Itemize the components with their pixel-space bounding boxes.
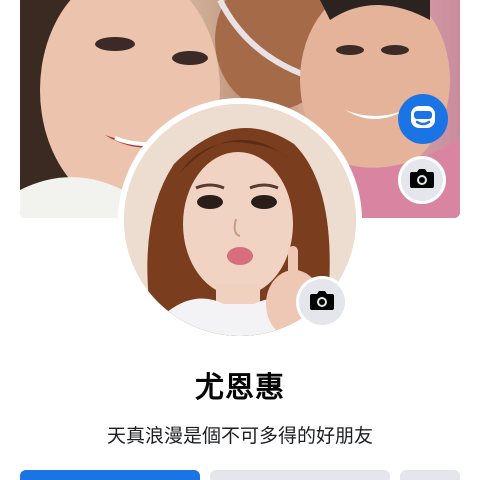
secondary-action-button[interactable]	[210, 470, 390, 480]
cover-camera-button[interactable]	[398, 156, 446, 204]
avatar-edit-icon	[408, 102, 438, 136]
camera-icon	[309, 289, 335, 315]
profile-bio[interactable]: 天真浪漫是個不可多得的好朋友	[0, 421, 480, 448]
edit-cover-button[interactable]	[398, 94, 448, 144]
camera-icon	[409, 167, 435, 193]
profile-screen: 尤恩惠 天真浪漫是個不可多得的好朋友	[0, 0, 480, 480]
avatar-camera-button[interactable]	[296, 276, 348, 328]
profile-name: 尤恩惠	[194, 370, 285, 404]
primary-action-button[interactable]	[20, 470, 200, 480]
more-options-button[interactable]	[400, 470, 460, 480]
